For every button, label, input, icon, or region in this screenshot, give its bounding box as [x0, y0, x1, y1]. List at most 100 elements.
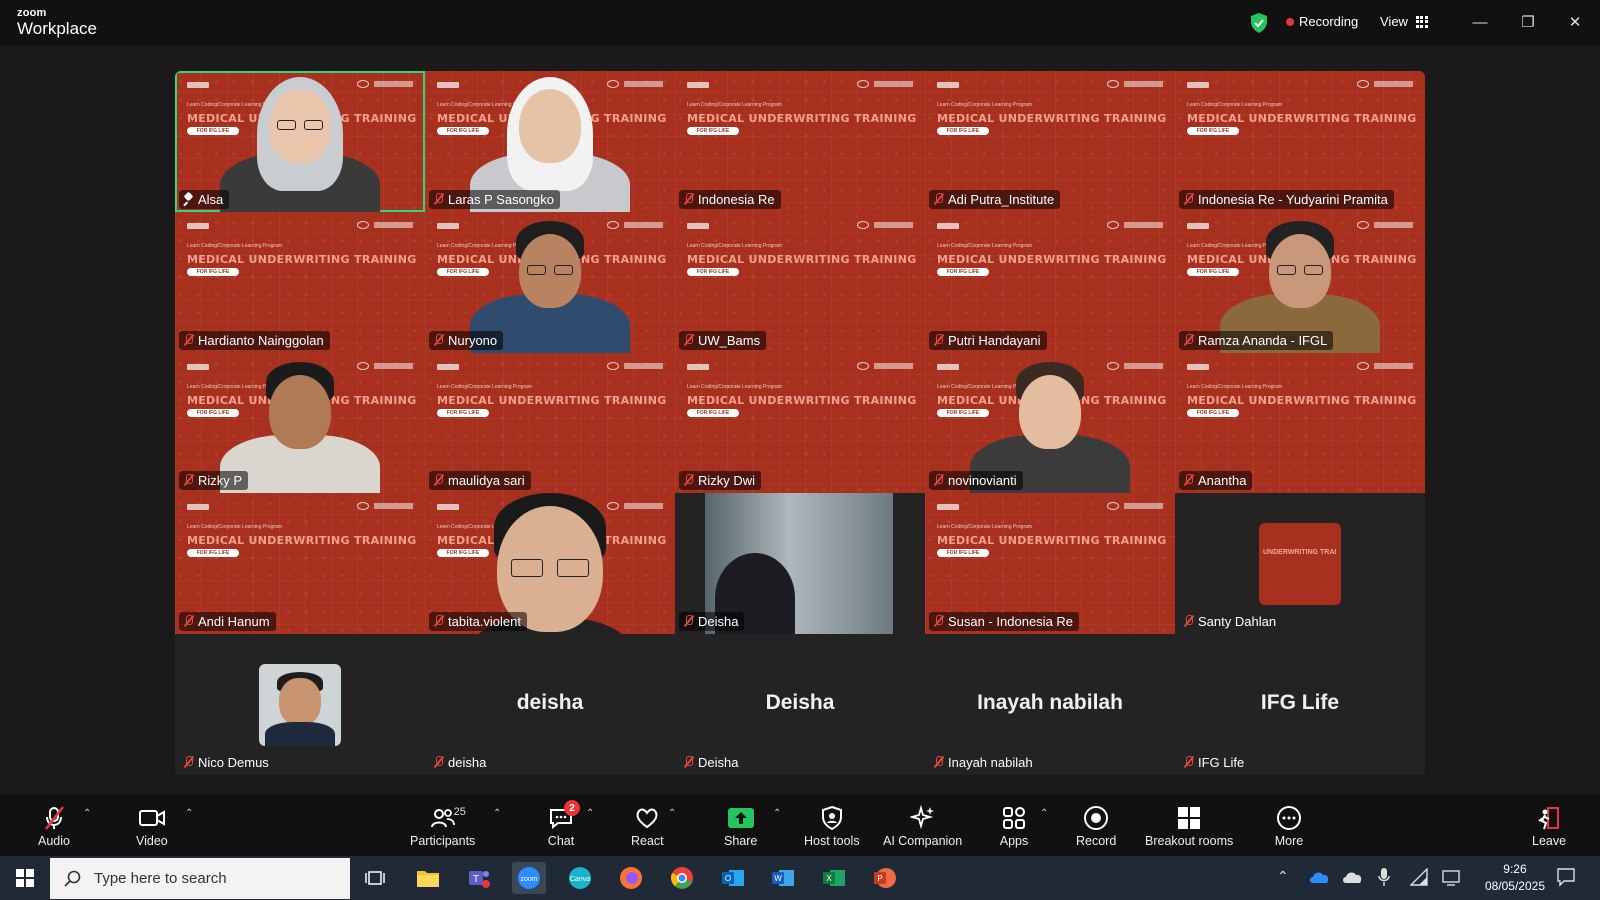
participant-tile[interactable]: Inayah nabilah Inayah nabilah: [925, 634, 1175, 775]
video-label: Video: [136, 834, 168, 848]
chrome-icon[interactable]: [665, 862, 699, 894]
slide-pill: FOR IFG LIFE: [937, 267, 989, 276]
participant-name-label: Putri Handayani: [929, 330, 1047, 350]
share-button[interactable]: Share: [724, 804, 757, 848]
close-icon[interactable]: ✕: [1564, 11, 1586, 33]
slide-pill: FOR IFG LIFE: [437, 267, 489, 276]
participant-tile[interactable]: Learn Coding/Corporate Learning Program M…: [425, 211, 675, 353]
microphone-muted-icon: [933, 333, 944, 347]
participant-tile[interactable]: deisha deisha: [425, 634, 675, 775]
more-button[interactable]: More: [1274, 804, 1304, 848]
audio-button[interactable]: Audio: [38, 804, 70, 848]
participant-tile[interactable]: Learn Coding/Corporate Learning Program M…: [1175, 71, 1425, 212]
file-explorer-icon[interactable]: [411, 862, 445, 894]
participant-tile[interactable]: Learn Coding/Corporate Learning Program M…: [925, 71, 1175, 212]
participant-tile[interactable]: UNDERWRITING TRAI Santy Dahlan: [1175, 493, 1425, 635]
onedrive-cloud-icon[interactable]: [1308, 870, 1330, 887]
cloud-icon[interactable]: [1341, 870, 1363, 887]
title-bar: zoom Workplace Recording View — ❐ ✕: [0, 0, 1600, 46]
participant-tile[interactable]: Learn Coding/Corporate Learning Program M…: [925, 352, 1175, 494]
more-label: More: [1274, 834, 1304, 848]
slide-pill-text: FOR IFG LIFE: [196, 409, 230, 416]
participant-tile[interactable]: Learn Coding/Corporate Learning Program M…: [425, 352, 675, 494]
show-hidden-icons-chevron-icon[interactable]: ⌃: [1277, 868, 1289, 885]
participant-name: Anantha: [1198, 473, 1247, 489]
word-icon[interactable]: W: [766, 862, 800, 894]
participant-tile[interactable]: IFG Life IFG Life: [1175, 634, 1425, 775]
participant-tile[interactable]: Learn Coding/Corporate Learning Program M…: [1175, 211, 1425, 353]
slide-pill-text: FOR IFG LIFE: [1196, 268, 1230, 275]
participant-tile[interactable]: Learn Coding/Corporate Learning Program M…: [425, 71, 675, 212]
slide-pill-text: FOR IFG LIFE: [196, 128, 230, 134]
firefox-icon[interactable]: [614, 862, 648, 894]
participant-tile[interactable]: Learn Coding/Corporate Learning Program M…: [175, 352, 425, 494]
encryption-shield-icon[interactable]: [1249, 12, 1269, 34]
slide-pill-text: FOR IFG LIFE: [446, 550, 480, 557]
chat-options-chevron-icon[interactable]: ⌃: [586, 808, 594, 819]
partner-logos-icon: [1357, 80, 1413, 88]
chat-icon: 2: [546, 800, 580, 832]
participant-name: Laras P Sasongko: [448, 191, 554, 207]
video-button[interactable]: Video: [136, 804, 168, 848]
microphone-muted-icon: [683, 474, 694, 487]
restore-icon[interactable]: ❐: [1517, 11, 1539, 33]
outlook-icon[interactable]: O: [716, 862, 750, 894]
minimize-icon[interactable]: —: [1469, 11, 1491, 33]
task-view-icon[interactable]: [358, 862, 392, 894]
view-button[interactable]: View: [1380, 14, 1428, 29]
taskbar-clock[interactable]: 9:26 08/05/2025: [1485, 861, 1545, 895]
participant-display-name: Deisha: [765, 691, 835, 715]
video-options-chevron-icon[interactable]: ⌃: [185, 808, 193, 819]
participant-tile[interactable]: Learn Coding/Corporate Learning Program M…: [425, 493, 675, 635]
leave-button[interactable]: Leave: [1532, 804, 1566, 848]
participant-tile[interactable]: Learn Coding/Corporate Learning Program M…: [675, 211, 925, 353]
participant-tile[interactable]: Deisha Deisha: [675, 634, 925, 775]
apps-options-chevron-icon[interactable]: ⌃: [1040, 808, 1048, 819]
participant-tile[interactable]: Learn Coding/Corporate Learning Program M…: [175, 493, 425, 635]
participant-name-label: IFG Life: [1179, 753, 1250, 772]
react-options-chevron-icon[interactable]: ⌃: [668, 808, 676, 819]
participant-name: Alsa: [198, 191, 224, 207]
participant-tile[interactable]: Learn Coding/Corporate Learning Program M…: [1175, 352, 1425, 494]
participant-name-label: Deisha: [679, 753, 744, 772]
participant-tile[interactable]: Learn Coding/Corporate Learning Program M…: [175, 211, 425, 353]
participant-tile[interactable]: Learn Coding/Corporate Learning Program M…: [675, 71, 925, 212]
participant-tile[interactable]: Deisha: [675, 493, 925, 635]
bumn-logo-icon: [937, 504, 959, 511]
react-button[interactable]: React: [631, 804, 664, 848]
participant-tile[interactable]: Learn Coding/Corporate Learning Program M…: [925, 211, 1175, 353]
notification-icon[interactable]: [1556, 867, 1576, 890]
microphone-muted-icon: [39, 804, 69, 832]
host-tools-button[interactable]: Host tools: [804, 804, 860, 848]
ai-companion-button[interactable]: AI Companion: [883, 804, 962, 848]
breakout-rooms-button[interactable]: Breakout rooms: [1145, 804, 1233, 848]
excel-icon[interactable]: X: [817, 862, 851, 894]
apps-button[interactable]: Apps: [999, 804, 1029, 848]
teams-icon[interactable]: T: [462, 862, 496, 894]
chat-button[interactable]: 2 Chat: [546, 800, 580, 848]
participant-tile[interactable]: Nico Demus: [175, 634, 425, 775]
share-options-chevron-icon[interactable]: ⌃: [773, 808, 781, 819]
participants-options-chevron-icon[interactable]: ⌃: [493, 808, 501, 819]
audio-options-chevron-icon[interactable]: ⌃: [83, 808, 91, 819]
microphone-tray-icon[interactable]: [1378, 867, 1390, 890]
participants-button[interactable]: 25 Participants: [410, 804, 475, 848]
network-icon[interactable]: [1409, 867, 1428, 889]
participant-tile[interactable]: Learn Coding/Corporate Learning Program M…: [175, 71, 425, 212]
brand-zoom: zoom: [17, 7, 47, 19]
ai-sparkle-icon: [908, 804, 938, 832]
zoom-app-icon[interactable]: zoom: [512, 862, 546, 894]
clock-date: 08/05/2025: [1484, 879, 1545, 893]
slide-pill-text: FOR IFG LIFE: [946, 409, 980, 416]
canva-icon[interactable]: Canva: [563, 862, 597, 894]
display-icon[interactable]: [1442, 868, 1462, 889]
powerpoint-icon[interactable]: P: [868, 862, 902, 894]
participant-tile[interactable]: Learn Coding/Corporate Learning Program M…: [925, 493, 1175, 635]
windows-start-icon[interactable]: [16, 869, 34, 892]
recording-indicator[interactable]: Recording: [1286, 14, 1358, 29]
taskbar-search-box[interactable]: Type here to search: [50, 858, 350, 899]
record-button[interactable]: Record: [1076, 804, 1116, 848]
participant-name: Nuryono: [448, 332, 498, 348]
microphone-muted-icon: [183, 755, 194, 769]
participant-tile[interactable]: Learn Coding/Corporate Learning Program M…: [675, 352, 925, 494]
